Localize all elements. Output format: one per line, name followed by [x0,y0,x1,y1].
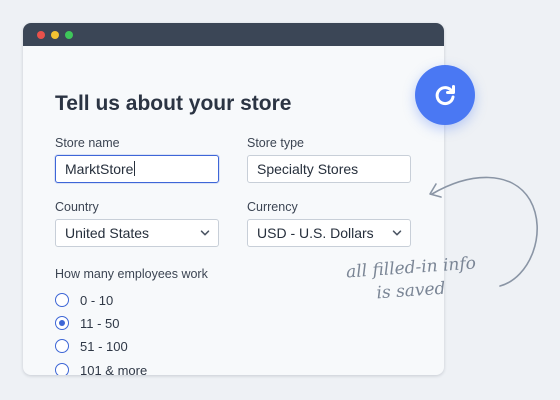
annotation-arrow [429,176,538,287]
stage: Tell us about your store Store name Mark… [0,0,560,400]
